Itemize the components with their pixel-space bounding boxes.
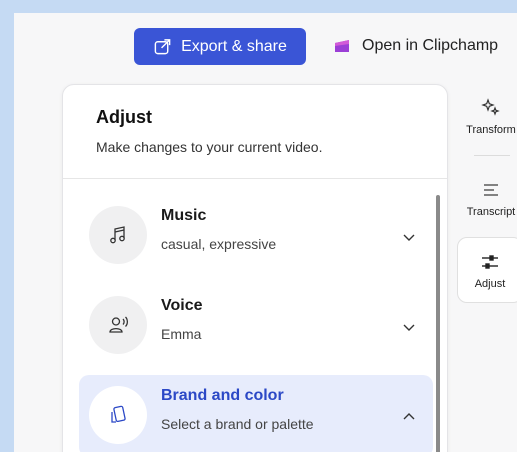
voice-item[interactable]: Voice Emma <box>79 285 433 367</box>
open-in-clipchamp-label: Open in Clipchamp <box>362 37 499 54</box>
chevron-down-icon <box>403 324 415 331</box>
music-title: Music <box>161 207 207 224</box>
chevron-down-icon <box>403 234 415 241</box>
voice-person-icon <box>109 316 129 333</box>
open-in-clipchamp-button[interactable]: Open in Clipchamp <box>334 30 498 62</box>
rail-label-transform: Transform <box>466 124 516 136</box>
panel-subtitle: Make changes to your current video. <box>96 139 323 155</box>
sparkle-transform-icon <box>481 98 500 116</box>
export-share-label: Export & share <box>181 37 287 55</box>
brand-and-color-subtitle: Select a brand or palette <box>161 416 314 432</box>
voice-subtitle: Emma <box>161 326 202 342</box>
panel-scrollbar[interactable] <box>436 195 440 452</box>
adjust-panel: Adjust Make changes to your current vide… <box>62 84 448 452</box>
rail-label-adjust: Adjust <box>474 278 506 290</box>
brand-palette-icon <box>111 405 126 423</box>
chevron-up-icon <box>403 413 415 420</box>
panel-title: Adjust <box>96 107 152 127</box>
rail-label-transcript: Transcript <box>466 206 516 218</box>
rail-divider <box>474 155 510 156</box>
export-share-button[interactable]: Export & share <box>134 28 306 65</box>
sliders-icon <box>482 255 498 269</box>
transcript-lines-icon <box>484 184 498 196</box>
share-icon <box>154 39 171 55</box>
brand-and-color-title: Brand and color <box>161 387 284 404</box>
music-note-icon <box>110 226 125 244</box>
voice-title: Voice <box>161 297 203 314</box>
music-subtitle: casual, expressive <box>161 236 277 252</box>
rail-item-transcript[interactable]: Transcript <box>460 180 517 218</box>
panel-divider <box>63 178 447 179</box>
music-item[interactable]: Music casual, expressive <box>79 195 433 277</box>
rail-item-transform[interactable]: Transform <box>460 98 517 136</box>
rail-item-adjust[interactable]: Adjust <box>459 252 517 290</box>
clipchamp-logo-icon <box>335 40 349 52</box>
brand-and-color-item[interactable]: Brand and color Select a brand or palett… <box>79 375 433 452</box>
